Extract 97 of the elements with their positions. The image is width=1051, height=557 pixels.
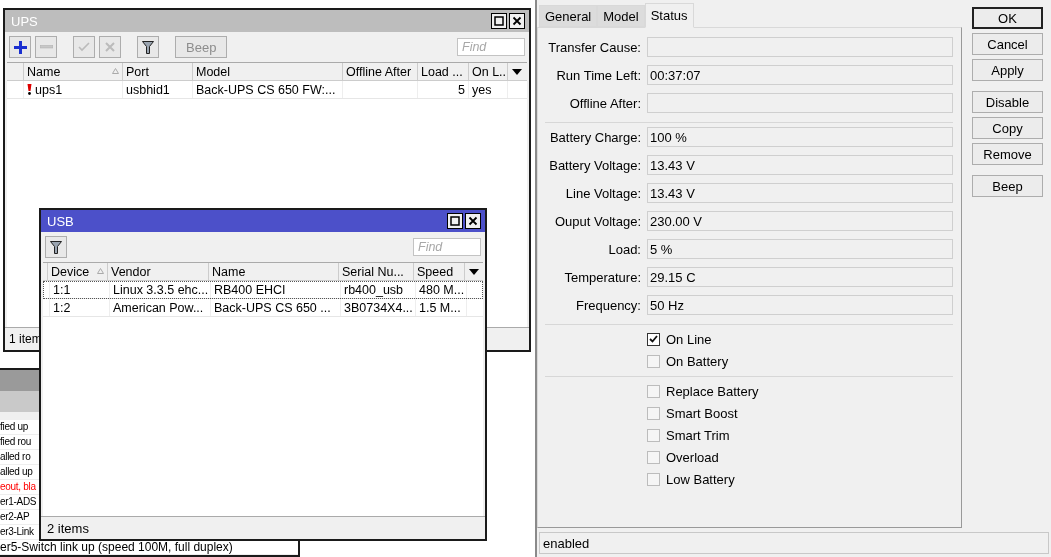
column-header[interactable]: Name [209,263,339,280]
field-label: Run Time Left: [555,67,641,83]
filter-icon [50,240,62,254]
checkbox-label: Smart Trim [666,427,730,443]
table-row[interactable]: 1:1 Linux 3.3.5 ehc... RB400 EHCI rb400_usb 480 M... [43,281,483,299]
dialog-button[interactable]: Cancel [972,33,1043,55]
value-field: 13.43 V [647,183,953,203]
column-header[interactable]: Load ... [418,63,469,80]
maximize-button[interactable] [491,13,507,29]
find-field[interactable]: Find [413,238,481,256]
minus-icon [39,45,53,49]
sort-icon [97,268,104,274]
table-cell: Linux 3.3.5 ehc... [113,282,209,297]
status-text: enabled [543,535,590,551]
column-header[interactable]: Port [123,63,193,80]
table-cell: ups1 [35,82,63,97]
value-field: 00:37:07 [647,65,953,85]
table-cell: yes [472,82,492,97]
maximize-button[interactable] [447,213,463,229]
dialog-button[interactable]: Beep [972,175,1043,197]
window-title: USB [47,213,75,229]
maximize-icon [494,16,504,26]
checkbox-label: Overload [666,449,719,465]
table-cell: 1.5 M... [419,300,461,315]
table-row[interactable]: 1:2 American Pow... Back-UPS CS 650 ... 3B0734X4... 1.5 M... [43,299,483,317]
checkbox[interactable] [647,450,660,464]
checkbox-label: Low Battery [666,471,735,487]
checkbox[interactable] [647,384,660,398]
table-cell: American Pow... [113,300,204,315]
sort-icon [112,68,119,74]
field-label: Battery Voltage: [548,157,641,173]
add-button[interactable] [9,36,31,58]
table-cell: 1:1 [53,282,71,297]
tab[interactable]: Status [644,3,694,28]
table-row[interactable]: ups1 usbhid1 Back-UPS CS 650 FW:... 5 yes [7,81,527,99]
dropdown-arrow-icon [512,68,522,75]
close-button[interactable] [465,213,481,229]
table-cell: RB400 EHCI [214,282,286,297]
filter-button[interactable] [137,36,159,58]
window-title: UPS [11,13,39,29]
checkbox[interactable] [647,428,660,442]
find-field[interactable]: Find [457,38,525,56]
field-label: Temperature: [563,269,641,285]
checkbox-label: On Line [666,331,712,347]
column-header[interactable]: Name [24,63,123,80]
checkbox-label: Smart Boost [666,405,738,421]
field-label: Battery Charge: [548,129,641,145]
filter-icon [142,40,154,54]
field-label: Transfer Cause: [547,39,641,55]
field-label: Frequency: [574,297,641,313]
table-cell: 3B0734X4... [344,300,413,315]
plus-icon [13,40,27,54]
field-label: Offline After: [568,95,641,111]
field-label: Line Voltage: [564,185,641,201]
dialog-button[interactable]: OK [972,7,1043,29]
checkbox[interactable] [647,354,660,368]
maximize-icon [450,216,460,226]
value-field: 29.15 C [647,267,953,287]
dialog-button[interactable]: Copy [972,117,1043,139]
checkbox[interactable] [647,472,660,486]
checkbox-label: Replace Battery [666,383,759,399]
checkmark-icon [78,42,90,52]
tab[interactable]: Model [597,5,645,27]
table-cell: rb400_usb [344,282,404,297]
table-cell: usbhid1 [126,82,170,97]
close-icon [512,16,522,26]
close-icon [468,216,478,226]
checkbox-label: On Battery [666,353,729,369]
value-field: 5 % [647,239,953,259]
table-cell: 5 [458,82,465,97]
field-label: Ouput Voltage: [554,213,641,229]
column-header[interactable]: Offline After [343,63,418,80]
column-header[interactable]: Speed [414,263,465,280]
field-label: Load: [607,241,641,257]
column-header[interactable]: Serial Nu... [339,263,414,280]
value-field: 13.43 V [647,155,953,175]
dialog-button[interactable]: Apply [972,59,1043,81]
cross-icon [105,42,115,52]
dialog-button[interactable]: Disable [972,91,1043,113]
column-header[interactable]: Model [193,63,343,80]
dropdown-arrow-icon [469,268,479,275]
table-cell: Back-UPS CS 650 ... [214,300,331,315]
table-cell: Back-UPS CS 650 FW:... [196,82,336,97]
value-field: 100 % [647,127,953,147]
column-header[interactable]: Device [48,263,108,280]
column-header[interactable]: On L... [469,63,508,80]
table-cell: 1:2 [53,300,71,315]
column-header[interactable]: Vendor [108,263,209,280]
tab[interactable]: General [539,5,598,27]
close-button[interactable] [509,13,525,29]
checkbox[interactable] [647,406,660,420]
value-field: 230.00 V [647,211,953,231]
table-cell: 480 M... [419,282,465,297]
filter-button[interactable] [45,236,67,258]
checkbox[interactable] [647,332,660,346]
value-field: 50 Hz [647,295,953,315]
dialog-button[interactable]: Remove [972,143,1043,165]
